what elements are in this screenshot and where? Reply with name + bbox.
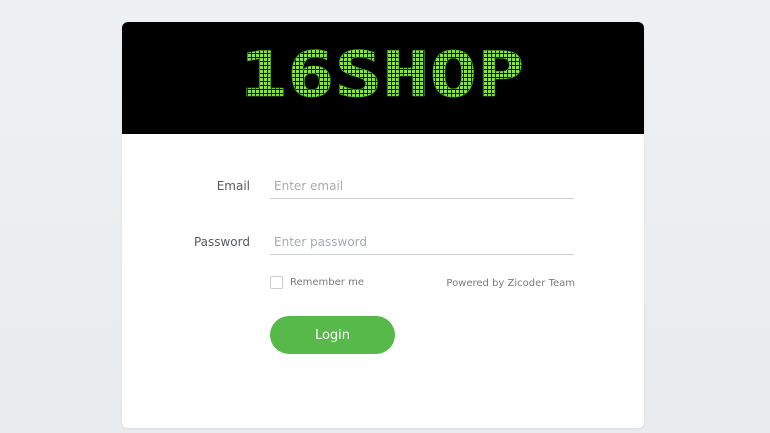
- logo: 16SHOP: [239, 38, 525, 112]
- remember-me-label: Remember me: [290, 277, 364, 288]
- password-input[interactable]: [270, 229, 574, 255]
- brand-banner: 16SHOP: [122, 22, 644, 134]
- page: 16SHOP Email Password Remember me Powere…: [0, 0, 770, 433]
- remember-me[interactable]: Remember me: [270, 276, 364, 289]
- login-button[interactable]: Login: [270, 316, 395, 354]
- email-label: Email: [216, 179, 250, 193]
- password-label: Password: [193, 235, 250, 249]
- email-input[interactable]: [270, 173, 574, 199]
- remember-me-checkbox[interactable]: [270, 276, 283, 289]
- login-card: 16SHOP Email Password Remember me Powere…: [122, 22, 644, 428]
- logo-text: 16SHOP: [240, 38, 525, 111]
- powered-by-text: Powered by Zicoder Team: [446, 278, 575, 289]
